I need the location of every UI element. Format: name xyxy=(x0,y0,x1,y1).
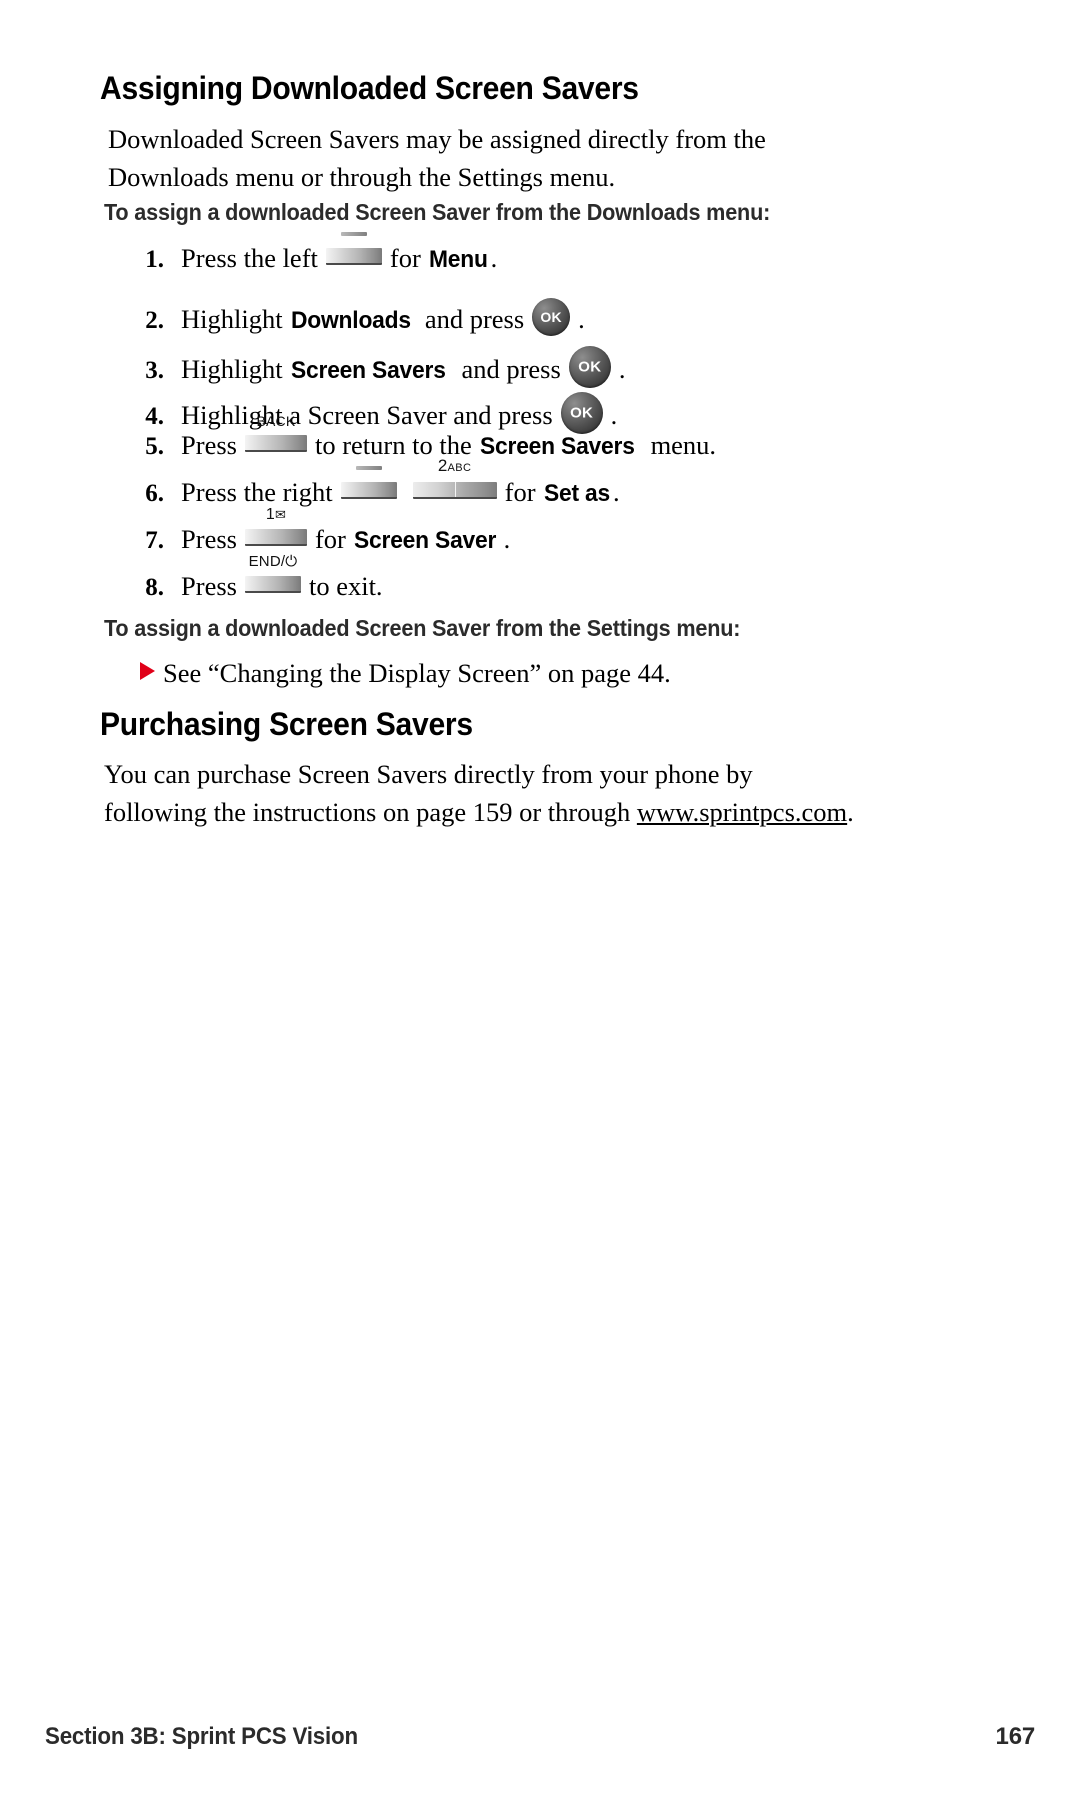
step-body: Press the left for Menu . xyxy=(181,232,498,274)
end-power-key-icon: END/⏻ xyxy=(244,554,301,602)
sprintpcs-url-link[interactable]: www.sprintpcs.com xyxy=(637,797,847,827)
subheading-settings-menu: To assign a downloaded Screen Saver from… xyxy=(104,615,741,641)
step-text-end: . xyxy=(610,400,618,430)
purchasing-paragraph: You can purchase Screen Savers directly … xyxy=(104,755,854,831)
softkey-right-icon xyxy=(340,466,397,508)
step-number: 4. xyxy=(145,403,164,430)
softkey-left-icon xyxy=(325,232,382,274)
step-text: Highlight a Screen Saver and press xyxy=(181,400,553,430)
step-number: 2. xyxy=(145,307,164,334)
page-title: Assigning Downloaded Screen Savers xyxy=(100,70,639,106)
step-text: Press the right xyxy=(181,477,333,507)
ok-button-label: OK xyxy=(540,309,562,325)
step-text-end: . xyxy=(578,304,585,334)
step-number: 5. xyxy=(145,433,164,460)
step-text-after: for xyxy=(389,243,421,273)
step-number: 1. xyxy=(145,246,164,273)
two-abc-key-label: 2ABC xyxy=(437,456,472,475)
step-text: Highlight xyxy=(181,304,283,334)
step-item-7: 7. Press 1✉ for Screen Saver . xyxy=(122,507,511,555)
step-number: 7. xyxy=(145,527,164,554)
step-text: Press the left xyxy=(181,243,318,273)
step-body: Press BACK to return to the Screen Saver… xyxy=(181,414,717,461)
step-text-mid: for xyxy=(314,524,346,554)
two-key-digit: 2 xyxy=(437,456,448,475)
two-abc-key-icon: 2ABC xyxy=(412,457,497,508)
red-triangle-bullet-icon xyxy=(140,662,155,680)
step-text: Press xyxy=(181,430,237,460)
envelope-icon: ✉ xyxy=(274,507,287,522)
intro-line-1: Downloaded Screen Savers may be assigned… xyxy=(108,124,766,154)
page-footer: Section 3B: Sprint PCS Vision 167 xyxy=(45,1723,1035,1751)
step-number: 3. xyxy=(145,357,164,384)
step-body: Highlight Screen Savers and press OK . xyxy=(181,336,626,388)
purchasing-line-2-text: following the instructions on page 159 o… xyxy=(104,797,637,827)
one-key-digit: 1 xyxy=(265,506,275,523)
step-item-6: 6. Press the right 2ABC for Set as . xyxy=(122,457,620,508)
back-key-icon: BACK xyxy=(244,414,307,461)
purchasing-line-2-end: . xyxy=(847,797,854,827)
step-body: Highlight a Screen Saver and press OK . xyxy=(181,382,618,434)
step-text-end: . xyxy=(618,354,626,384)
step-bold-term: Downloads xyxy=(290,307,411,334)
one-key-icon: 1✉ xyxy=(244,507,307,555)
ok-button-label: OK xyxy=(578,358,602,376)
intro-line-2: Downloads menu or through the Settings m… xyxy=(108,162,616,192)
step-number: 6. xyxy=(145,480,164,507)
step-body: Press END/⏻ to exit. xyxy=(181,554,383,602)
step-body: Press 1✉ for Screen Saver . xyxy=(181,507,511,555)
footer-section-label: Section 3B: Sprint PCS Vision xyxy=(45,1723,358,1750)
step-body: Highlight Downloads and press OK . xyxy=(181,290,585,336)
step-text-mid: and press xyxy=(461,354,561,384)
end-key-label: END/⏻ xyxy=(248,553,298,570)
back-key-label: BACK xyxy=(256,413,296,429)
step-bold-term: Set as xyxy=(543,480,610,507)
softkey-dash-icon xyxy=(355,466,382,470)
step-text-end: . xyxy=(613,477,620,507)
step-bold-term: Menu xyxy=(428,246,488,273)
step-text-mid: to exit. xyxy=(308,571,383,601)
purchasing-line-1: You can purchase Screen Savers directly … xyxy=(104,759,753,789)
manual-page: Assigning Downloaded Screen Savers Downl… xyxy=(0,0,1080,1800)
step-text-end: . xyxy=(503,524,511,554)
cross-reference-text: See “Changing the Display Screen” on pag… xyxy=(163,658,671,688)
step-number: 8. xyxy=(145,574,164,601)
intro-paragraph: Downloaded Screen Savers may be assigned… xyxy=(108,120,766,196)
step-bold-term: Screen Savers xyxy=(479,433,635,460)
purchasing-line-2: following the instructions on page 159 o… xyxy=(104,793,854,831)
step-bold-term: Screen Saver xyxy=(353,527,497,554)
step-text-mid: for xyxy=(504,477,536,507)
step-text: Press xyxy=(181,571,237,601)
step-text-end: . xyxy=(490,243,498,273)
step-text: Highlight xyxy=(181,354,283,384)
ok-button-icon: OK xyxy=(560,392,603,434)
softkey-dash-icon xyxy=(340,232,367,236)
step-text: Press xyxy=(181,524,237,554)
step-item-2: 2. Highlight Downloads and press OK . xyxy=(122,290,585,336)
two-key-letters: ABC xyxy=(447,462,472,474)
step-item-4: 4. Highlight a Screen Saver and press OK… xyxy=(122,382,618,434)
footer-page-number: 167 xyxy=(995,1723,1036,1750)
step-body: Press the right 2ABC for Set as . xyxy=(181,457,620,508)
subheading-downloads-menu: To assign a downloaded Screen Saver from… xyxy=(104,199,771,225)
ok-button-label: OK xyxy=(570,404,594,422)
purchasing-section-title: Purchasing Screen Savers xyxy=(100,706,473,742)
ok-button-icon: OK xyxy=(532,298,571,336)
step-item-1: 1. Press the left for Menu . xyxy=(122,232,498,274)
step-text-mid: to return to the xyxy=(314,430,472,460)
cross-reference-line: See “Changing the Display Screen” on pag… xyxy=(140,658,671,689)
step-text-end: menu. xyxy=(650,430,717,460)
step-item-3: 3. Highlight Screen Savers and press OK … xyxy=(122,336,626,388)
step-item-5: 5. Press BACK to return to the Screen Sa… xyxy=(122,414,717,461)
step-item-8: 8. Press END/⏻ to exit. xyxy=(122,554,383,602)
step-bold-term: Screen Savers xyxy=(290,357,446,384)
one-key-label: 1✉ xyxy=(265,506,287,523)
step-text-mid: and press xyxy=(424,304,525,334)
